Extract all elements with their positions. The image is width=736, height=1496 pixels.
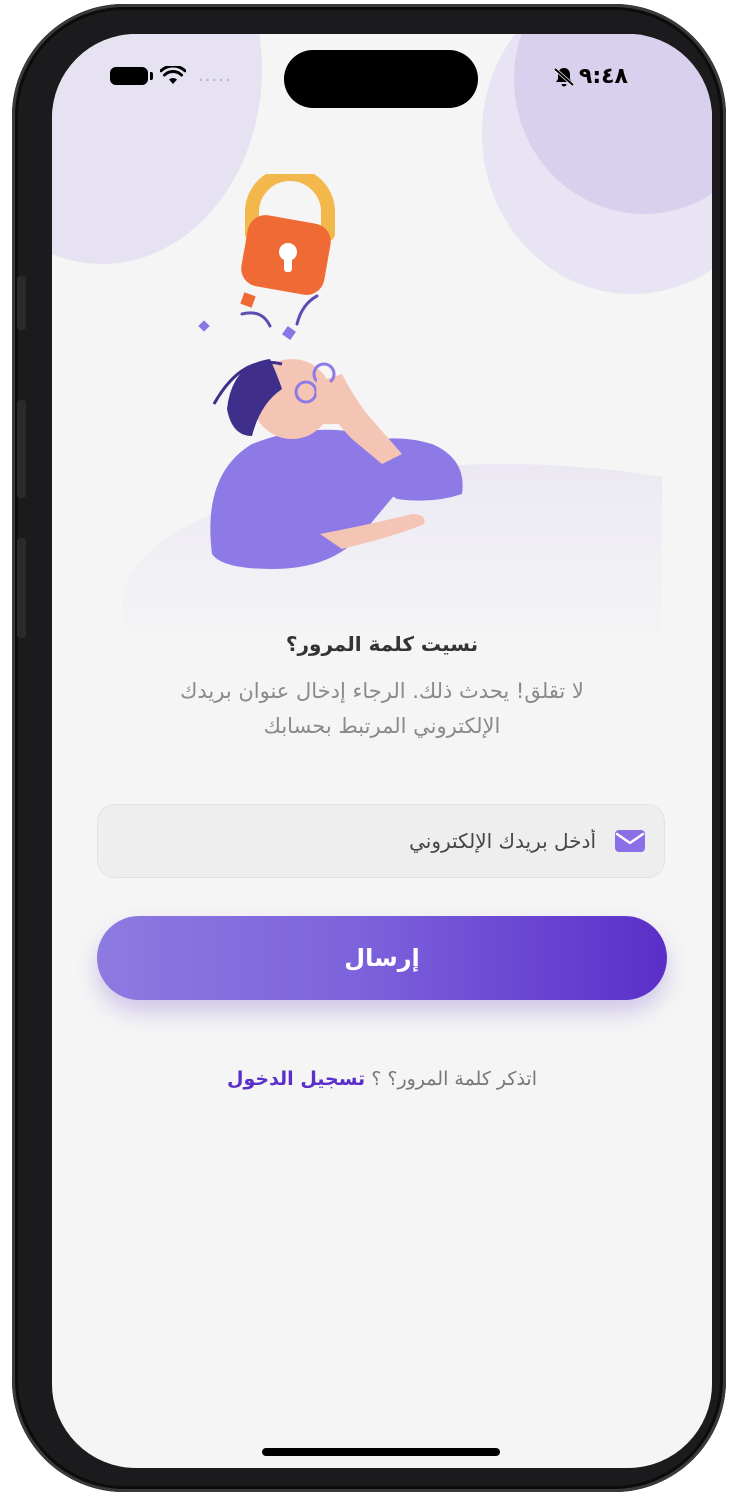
login-prompt-text: اتذكر كلمة المرور؟ ؟ — [371, 1068, 537, 1090]
phone-frame: ..... ٩:٤٨ نسيت كلمة المرور؟ لا تقلق! يح… — [12, 4, 726, 1492]
status-time: ٩:٤٨ — [578, 64, 628, 89]
volume-down-button — [17, 538, 26, 638]
bell-slash-icon — [553, 67, 575, 86]
login-link[interactable]: تسجيل الدخول — [227, 1068, 365, 1090]
email-field-container[interactable] — [97, 804, 665, 878]
battery-icon — [110, 67, 153, 85]
action-button — [17, 276, 26, 330]
login-prompt: اتذكر كلمة المرور؟ ؟ تسجيل الدخول — [52, 1068, 712, 1090]
home-indicator[interactable] — [262, 1448, 500, 1456]
page-title: نسيت كلمة المرور؟ — [285, 632, 479, 656]
page-subtitle: لا تقلق! يحدث ذلك. الرجاء إدخال عنوان بر… — [180, 679, 584, 738]
volume-up-button — [17, 400, 26, 498]
padlock-icon — [241, 174, 335, 295]
status-left-group: ..... — [110, 66, 232, 86]
dynamic-island — [284, 50, 478, 108]
mail-icon — [615, 830, 645, 852]
status-time-group: ٩:٤٨ — [553, 64, 628, 89]
app-screen: ..... ٩:٤٨ نسيت كلمة المرور؟ لا تقلق! يح… — [52, 34, 712, 1468]
send-button[interactable]: إرسال — [97, 916, 667, 1000]
email-input[interactable] — [98, 828, 598, 854]
forgot-password-illustration — [122, 174, 662, 634]
wifi-icon — [160, 66, 186, 84]
cellular-signal-icon: ..... — [198, 65, 232, 86]
